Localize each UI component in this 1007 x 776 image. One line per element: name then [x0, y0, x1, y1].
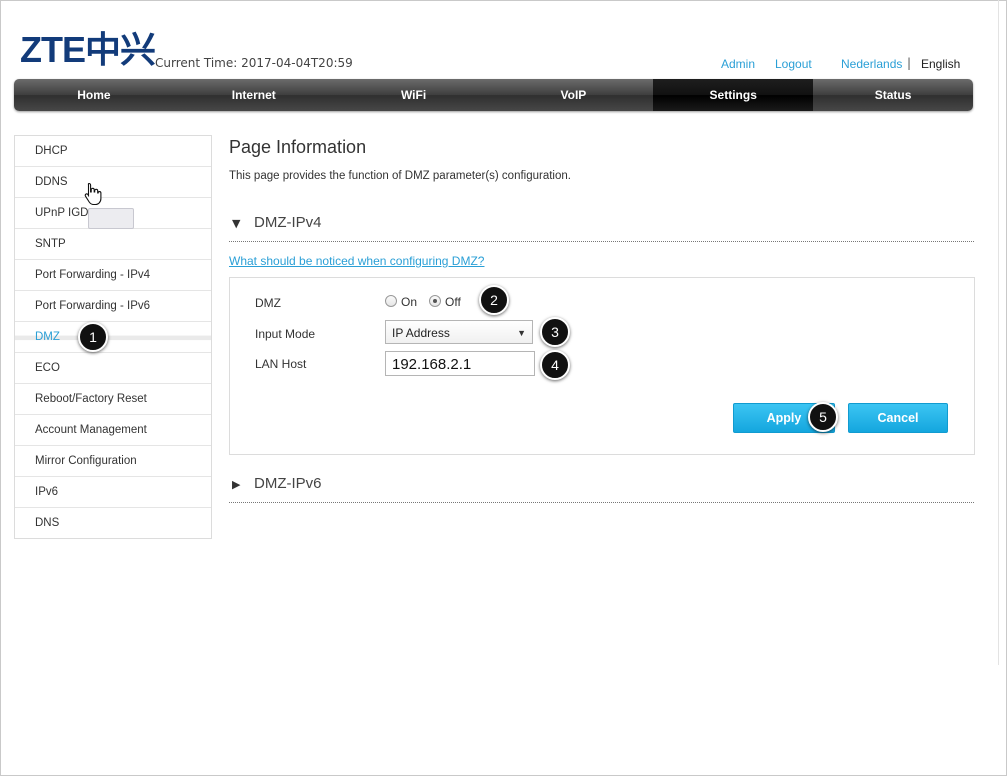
lan-host-input[interactable]: 192.168.2.1 [385, 351, 535, 376]
language-english-current: English [921, 57, 961, 71]
sidebar-item-port-forwarding-ipv6[interactable]: Port Forwarding - IPv6 [15, 290, 211, 321]
section-dmz-ipv6-header[interactable]: ▶ DMZ-IPv6 [229, 472, 974, 503]
dropdown-arrow-icon: ▼ [517, 328, 526, 338]
sidebar-item-dhcp[interactable]: DHCP [15, 136, 211, 166]
page-title: Page Information [229, 137, 367, 157]
step-marker-3: 3 [540, 317, 570, 347]
dmz-help-link[interactable]: What should be noticed when configuring … [229, 254, 484, 268]
step-marker-4: 4 [540, 350, 570, 380]
sidebar-item-dns[interactable]: DNS [15, 507, 211, 538]
language-nederlands-link[interactable]: Nederlands [841, 57, 902, 71]
input-mode-label: Input Mode [255, 327, 316, 341]
section-dmz-ipv4-title: DMZ-IPv4 [254, 214, 322, 231]
section-dmz-ipv4-header[interactable]: ▼ DMZ-IPv4 [229, 211, 974, 242]
cancel-button[interactable]: Cancel [848, 403, 948, 433]
zte-logo: ZTE中兴 [20, 29, 156, 70]
triangle-down-icon: ▼ [232, 217, 241, 230]
radio-checked-icon [429, 295, 441, 307]
triangle-right-icon: ▶ [232, 478, 241, 491]
sidebar-item-mirror-configuration[interactable]: Mirror Configuration [15, 445, 211, 476]
nav-wifi[interactable]: WiFi [334, 79, 494, 111]
step-marker-1: 1 [78, 322, 108, 352]
input-mode-select[interactable]: IP Address ▼ [385, 320, 533, 344]
dmz-off-label: Off [445, 295, 461, 309]
step-marker-2: 2 [479, 285, 509, 315]
tooltip-blurred [88, 208, 134, 229]
lan-host-label: LAN Host [255, 357, 307, 371]
settings-sidebar: DHCP DDNS UPnP IGD SNTP Port Forwarding … [14, 135, 212, 539]
sidebar-item-ddns[interactable]: DDNS [15, 166, 211, 197]
dmz-off-radio[interactable]: Off [429, 295, 461, 309]
sidebar-item-dmz[interactable]: DMZ [15, 321, 211, 352]
sidebar-item-reboot-factory-reset[interactable]: Reboot/Factory Reset [15, 383, 211, 414]
nav-home[interactable]: Home [14, 79, 174, 111]
hand-pointer-icon [84, 182, 102, 206]
sidebar-item-sntp[interactable]: SNTP [15, 228, 211, 259]
dmz-label: DMZ [255, 296, 281, 310]
sidebar-item-ipv6[interactable]: IPv6 [15, 476, 211, 507]
dmz-on-label: On [401, 295, 418, 309]
nav-status[interactable]: Status [813, 79, 973, 111]
nav-internet[interactable]: Internet [174, 79, 334, 111]
section-dmz-ipv6-title: DMZ-IPv6 [254, 475, 322, 492]
sidebar-item-port-forwarding-ipv4[interactable]: Port Forwarding - IPv4 [15, 259, 211, 290]
page-description: This page provides the function of DMZ p… [229, 170, 571, 182]
admin-link[interactable]: Admin [721, 57, 755, 71]
nav-voip[interactable]: VoIP [493, 79, 653, 111]
step-marker-5: 5 [808, 402, 838, 432]
sidebar-item-account-management[interactable]: Account Management [15, 414, 211, 445]
main-nav-bar: Home Internet WiFi VoIP Settings Status [14, 79, 973, 111]
scrollbar[interactable] [998, 0, 999, 665]
dmz-on-radio[interactable]: On [385, 295, 417, 309]
input-mode-value: IP Address [392, 326, 450, 340]
sidebar-item-eco[interactable]: ECO [15, 352, 211, 383]
current-time: Current Time: 2017-04-04T20:59 [155, 56, 353, 70]
radio-unchecked-icon [385, 295, 397, 307]
language-separator: | [907, 56, 912, 70]
nav-settings[interactable]: Settings [653, 79, 814, 111]
logout-link[interactable]: Logout [775, 57, 812, 71]
